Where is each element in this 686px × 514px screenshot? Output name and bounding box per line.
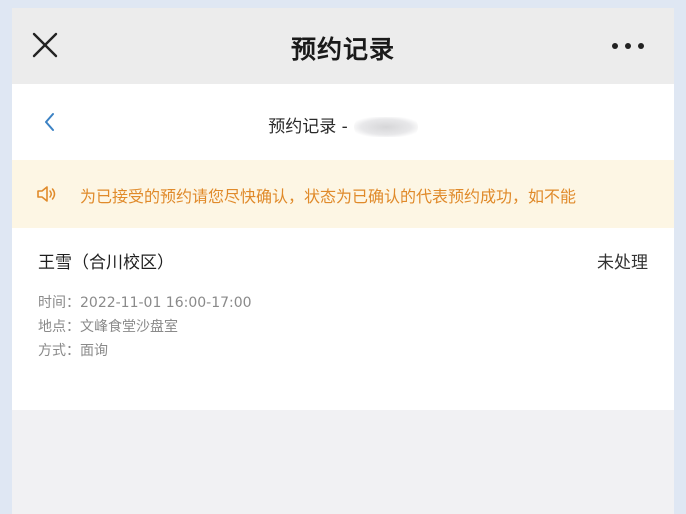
content-area: 预约记录 - 为已接受的预约请您尽快确认，状态为已确认的代表预约成功，如不能 王… xyxy=(12,84,674,410)
more-dot xyxy=(625,43,631,49)
title-bar: 预约记录 xyxy=(12,8,674,84)
page-title: 预约记录 xyxy=(290,35,395,64)
record-method: 方式：面询 xyxy=(38,343,108,359)
more-button[interactable] xyxy=(610,42,646,52)
more-dot xyxy=(638,43,644,49)
record-counselor-name: 王雪（合川校区） xyxy=(38,253,174,273)
sub-title: 预约记录 - xyxy=(212,112,474,137)
chevron-left-icon xyxy=(45,113,54,131)
back-button[interactable] xyxy=(40,108,60,136)
record-location: 地点：文峰食堂沙盘室 xyxy=(38,319,178,335)
notice-text: 为已接受的预约请您尽快确认，状态为已确认的代表预约成功，如不能 xyxy=(80,187,577,206)
sub-navigation: 预约记录 - xyxy=(12,84,674,160)
speaker-icon xyxy=(37,186,56,202)
more-dots-icon xyxy=(612,43,618,49)
redacted-name xyxy=(353,117,418,137)
record-status: 未处理 xyxy=(597,253,648,273)
sub-title-text: 预约记录 - xyxy=(268,117,348,137)
record-time: 时间：2022-11-01 16:00-17:00 xyxy=(38,295,252,311)
record-item[interactable]: 王雪（合川校区） 未处理 时间：2022-11-01 16:00-17:00 地… xyxy=(12,228,674,410)
notice-banner: 为已接受的预约请您尽快确认，状态为已确认的代表预约成功，如不能 xyxy=(12,160,674,228)
app-window: 预约记录 预约记录 - 为已接受的预约请您尽快确认，状态为已确认的代表预约成功，… xyxy=(12,8,674,514)
